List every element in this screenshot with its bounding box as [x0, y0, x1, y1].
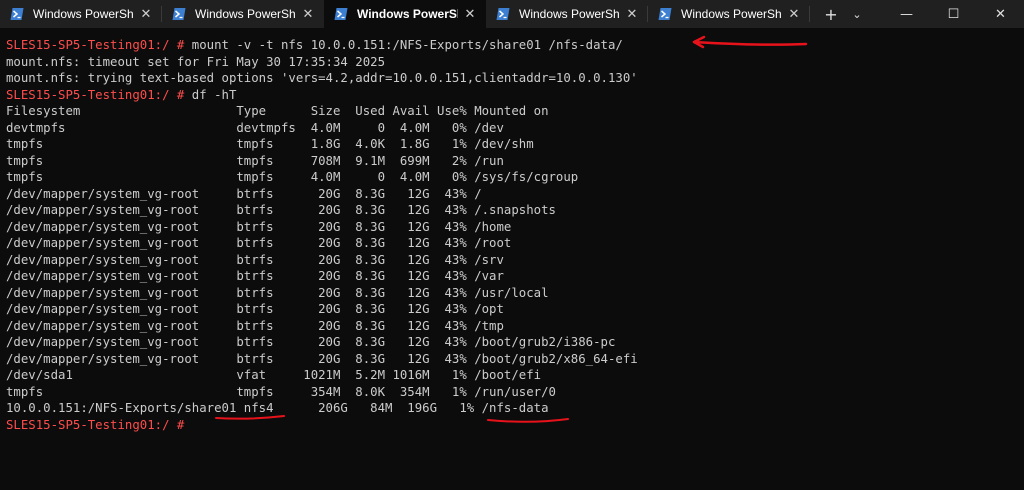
maximize-icon: ☐ — [947, 6, 960, 22]
df-row: devtmpfs devtmpfs 4.0M 0 4.0M 0% /dev — [6, 120, 504, 135]
powershell-icon — [172, 8, 186, 20]
df-row: /dev/sda1 vfat 1021M 5.2M 1016M 1% /boot… — [6, 368, 542, 382]
tab-title: Windows PowerShel — [681, 7, 782, 21]
close-tab-icon[interactable]: ✕ — [134, 7, 158, 22]
close-tab-icon[interactable]: ✕ — [458, 7, 482, 22]
df-row: /dev/mapper/system_vg-root btrfs 20G 8.3… — [6, 351, 638, 366]
powershell-icon — [658, 8, 672, 20]
tab-5[interactable]: Windows PowerShel ✕ — [648, 0, 810, 28]
df-row: /dev/mapper/system_vg-root btrfs 20G 8.3… — [6, 219, 512, 234]
tab-title: Windows PowerShel — [195, 7, 296, 21]
minimize-button[interactable]: — — [883, 0, 930, 28]
df-row: /dev/mapper/system_vg-root btrfs 20G 8.3… — [6, 302, 504, 316]
close-tab-icon[interactable]: ✕ — [620, 7, 644, 22]
df-row: tmpfs tmpfs 1.8G 4.0K 1.8G 1% /dev/shm — [6, 137, 534, 151]
df-row: /dev/mapper/system_vg-root btrfs 20G 8.3… — [6, 236, 512, 250]
command-line-mount: SLES15-SP5-Testing01:/ # mount -v -t nfs… — [6, 38, 623, 52]
df-row: tmpfs tmpfs 354M 8.0K 354M 1% /run/user/… — [6, 384, 556, 399]
tab-title: Windows PowerShe — [357, 7, 458, 21]
close-window-button[interactable]: ✕ — [977, 0, 1024, 28]
title-bar: Windows PowerShel ✕ Windows PowerShel ✕ … — [0, 0, 1024, 28]
df-row: /dev/mapper/system_vg-root btrfs 20G 8.3… — [6, 252, 504, 267]
tab-3-active[interactable]: Windows PowerShe ✕ — [324, 0, 486, 28]
tab-dropdown-button[interactable]: ⌄ — [846, 0, 868, 28]
close-tab-icon[interactable]: ✕ — [782, 7, 806, 22]
powershell-icon — [496, 8, 510, 20]
maximize-button[interactable]: ☐ — [930, 0, 977, 28]
df-row: /dev/mapper/system_vg-root btrfs 20G 8.3… — [6, 186, 482, 201]
minimize-icon: — — [900, 6, 913, 22]
close-icon: ✕ — [995, 6, 1006, 22]
command-text: mount -v -t nfs 10.0.0.151:/NFS-Exports/… — [184, 38, 623, 52]
tab-title: Windows PowerShel — [33, 7, 134, 21]
tab-title: Windows PowerShel — [519, 7, 620, 21]
df-row-nfs: 10.0.0.151:/NFS-Exports/share01 nfs4 206… — [6, 401, 549, 415]
df-row: /dev/mapper/system_vg-root btrfs 20G 8.3… — [6, 203, 556, 217]
shell-prompt: SLES15-SP5-Testing01:/ # — [6, 87, 185, 102]
command-text: df -hT — [184, 87, 237, 102]
tab-1[interactable]: Windows PowerShel ✕ — [0, 0, 162, 28]
df-row: /dev/mapper/system_vg-root btrfs 20G 8.3… — [6, 318, 504, 333]
tab-4[interactable]: Windows PowerShel ✕ — [486, 0, 648, 28]
drag-region[interactable] — [868, 0, 883, 28]
df-row: tmpfs tmpfs 708M 9.1M 699M 2% /run — [6, 153, 504, 168]
plus-icon: + — [824, 4, 838, 24]
output-line: mount.nfs: trying text-based options 've… — [6, 71, 638, 85]
output-line: mount.nfs: timeout set for Fri May 30 17… — [6, 54, 386, 69]
new-tab-button[interactable]: + — [816, 0, 846, 28]
command-text — [184, 418, 191, 432]
tab-divider — [809, 6, 810, 22]
shell-prompt: SLES15-SP5-Testing01:/ # — [6, 38, 185, 52]
powershell-icon — [334, 8, 348, 20]
terminal-window: Windows PowerShel ✕ Windows PowerShel ✕ … — [0, 0, 1024, 490]
chevron-down-icon: ⌄ — [852, 7, 862, 21]
df-row: /dev/mapper/system_vg-root btrfs 20G 8.3… — [6, 335, 616, 349]
tab-2[interactable]: Windows PowerShel ✕ — [162, 0, 324, 28]
powershell-icon — [10, 8, 24, 20]
df-row: tmpfs tmpfs 4.0M 0 4.0M 0% /sys/fs/cgrou… — [6, 170, 579, 184]
shell-prompt: SLES15-SP5-Testing01:/ # — [6, 417, 185, 432]
df-row: /dev/mapper/system_vg-root btrfs 20G 8.3… — [6, 285, 549, 300]
command-line-current: SLES15-SP5-Testing01:/ # — [6, 418, 192, 432]
df-header: Filesystem Type Size Used Avail Use% Mou… — [6, 104, 549, 118]
close-tab-icon[interactable]: ✕ — [296, 7, 320, 22]
command-line-df: SLES15-SP5-Testing01:/ # df -hT — [6, 88, 236, 102]
terminal-output[interactable]: SLES15-SP5-Testing01:/ # mount -v -t nfs… — [6, 37, 638, 433]
annotation-arrow — [692, 35, 808, 49]
df-row: /dev/mapper/system_vg-root btrfs 20G 8.3… — [6, 269, 504, 283]
